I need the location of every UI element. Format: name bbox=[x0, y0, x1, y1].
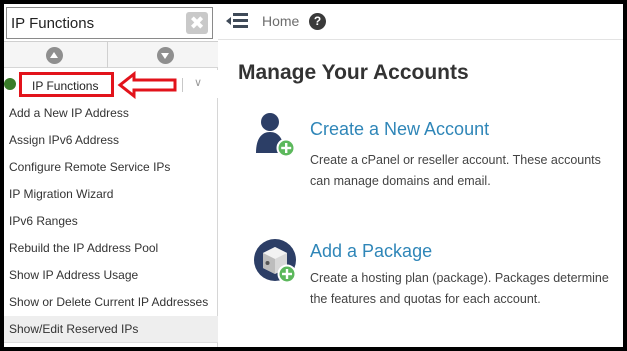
annotation-arrow-icon bbox=[117, 71, 177, 99]
category-header[interactable]: IP Functions ∨ bbox=[4, 70, 218, 99]
sidebar-item-rebuild-ip-pool[interactable]: Rebuild the IP Address Pool bbox=[4, 235, 218, 262]
create-account-description: Create a cPanel or reseller account. The… bbox=[310, 153, 601, 188]
arrow-down-icon bbox=[157, 47, 174, 64]
top-bar: Home ? bbox=[218, 4, 623, 40]
collapse-menu-icon[interactable] bbox=[226, 13, 248, 29]
scroll-up-button[interactable] bbox=[4, 42, 108, 68]
sidebar-item-add-ip[interactable]: Add a New IP Address bbox=[4, 100, 218, 127]
sidebar: ✖ IP Functions ∨ Add a New IP Address As… bbox=[4, 4, 218, 347]
search-bar: ✖ bbox=[4, 4, 218, 42]
sidebar-item-show-delete-ips[interactable]: Show or Delete Current IP Addresses bbox=[4, 289, 218, 316]
main-content: Manage Your Accounts Create a New Accoun… bbox=[219, 41, 623, 347]
sidebar-item-ip-migration-wizard[interactable]: IP Migration Wizard bbox=[4, 181, 218, 208]
help-icon[interactable]: ? bbox=[309, 13, 326, 30]
category-label: IP Functions bbox=[32, 79, 99, 93]
sidebar-menu: Add a New IP Address Assign IPv6 Address… bbox=[4, 100, 218, 343]
breadcrumb-home[interactable]: Home bbox=[262, 13, 299, 29]
sidebar-item-assign-ipv6[interactable]: Assign IPv6 Address bbox=[4, 127, 218, 154]
arrow-up-icon bbox=[46, 47, 63, 64]
sidebar-item-ipv6-ranges[interactable]: IPv6 Ranges bbox=[4, 208, 218, 235]
app-frame: ✖ IP Functions ∨ Add a New IP Address As… bbox=[4, 4, 623, 347]
scroll-down-button[interactable] bbox=[108, 42, 218, 68]
sidebar-item-configure-remote-ips[interactable]: Configure Remote Service IPs bbox=[4, 154, 218, 181]
page-title: Manage Your Accounts bbox=[238, 61, 469, 84]
chevron-down-icon[interactable]: ∨ bbox=[194, 76, 202, 89]
category-divider bbox=[182, 78, 183, 92]
category-highlight-box: IP Functions bbox=[19, 72, 114, 97]
user-add-icon[interactable] bbox=[253, 111, 299, 157]
create-account-link[interactable]: Create a New Account bbox=[310, 119, 489, 140]
clear-search-icon[interactable]: ✖ bbox=[186, 12, 208, 34]
sidebar-item-reserved-ips[interactable]: Show/Edit Reserved IPs bbox=[4, 316, 218, 343]
sidebar-item-show-ip-usage[interactable]: Show IP Address Usage bbox=[4, 262, 218, 289]
add-package-link[interactable]: Add a Package bbox=[310, 241, 432, 262]
sidebar-nav-row bbox=[4, 42, 218, 68]
search-input[interactable] bbox=[6, 7, 213, 39]
category-icon bbox=[4, 78, 16, 90]
package-add-icon[interactable] bbox=[253, 238, 299, 284]
add-package-description: Create a hosting plan (package). Package… bbox=[310, 271, 609, 306]
